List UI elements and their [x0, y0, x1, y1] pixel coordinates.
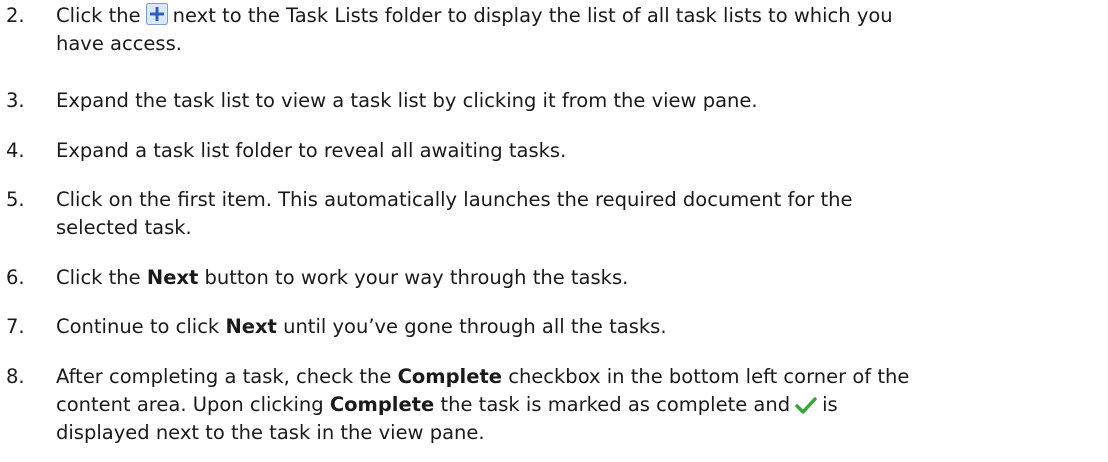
step-text: Click the next to the Task Lists folder t…	[56, 2, 1096, 58]
step-number: 8.	[6, 365, 25, 388]
text-segment: checkbox in the bottom left corner of th…	[508, 365, 910, 388]
button-name-next: Next	[225, 315, 277, 338]
text-segment: Continue to click	[56, 315, 220, 338]
text-segment: content area. Upon clicking	[56, 393, 324, 416]
text-segment: button to work your way through the task…	[204, 266, 629, 289]
step-number: 7.	[6, 315, 25, 338]
step-text: Click on the first item. This automatica…	[56, 186, 1096, 242]
checkbox-name-complete: Complete	[329, 393, 435, 416]
step-number: 6.	[6, 266, 25, 289]
text-segment: After completing a task, check the	[56, 365, 392, 388]
checkbox-name-complete: Complete	[397, 365, 503, 388]
step-number: 4.	[6, 139, 25, 162]
step-text: After completing a task, check the Compl…	[56, 363, 1096, 447]
step-line: Expand a task list folder to reveal all …	[56, 139, 567, 162]
step-text: Click the Next button to work your way t…	[56, 264, 1096, 292]
step-number: 2.	[6, 4, 25, 27]
step-line: Continue to click Next until you’ve gone…	[56, 313, 1096, 341]
text-segment: Click the	[56, 4, 141, 27]
text-segment: next to the Task Lists folder to display…	[172, 4, 893, 27]
step-line: have access.	[56, 32, 182, 55]
step-line: Expand the task list to view a task list…	[56, 89, 758, 112]
step-line: Click the Next button to work your way t…	[56, 264, 1096, 292]
step-text: Expand the task list to view a task list…	[56, 87, 1096, 115]
text-segment: until you’ve gone through all the tasks.	[283, 315, 667, 338]
text-segment: is	[822, 393, 838, 416]
checkmark-icon	[795, 394, 817, 422]
step-line: After completing a task, check the Compl…	[56, 363, 1096, 391]
step-line: selected task.	[56, 216, 192, 239]
plus-square-icon	[145, 3, 168, 33]
step-line: content area. Upon clicking Complete the…	[56, 391, 1096, 419]
step-number: 3.	[6, 89, 25, 112]
step-line: displayed next to the task in the view p…	[56, 421, 485, 444]
text-segment: Click the	[56, 266, 141, 289]
step-text: Continue to click Next until you’ve gone…	[56, 313, 1096, 341]
step-line: Click the next to the Task Lists folder t…	[56, 2, 1096, 30]
step-number: 5.	[6, 188, 25, 211]
text-segment: the task is marked as complete and	[440, 393, 791, 416]
button-name-next: Next	[146, 266, 199, 289]
step-text: Expand a task list folder to reveal all …	[56, 137, 1096, 165]
step-line: Click on the first item. This automatica…	[56, 188, 853, 211]
